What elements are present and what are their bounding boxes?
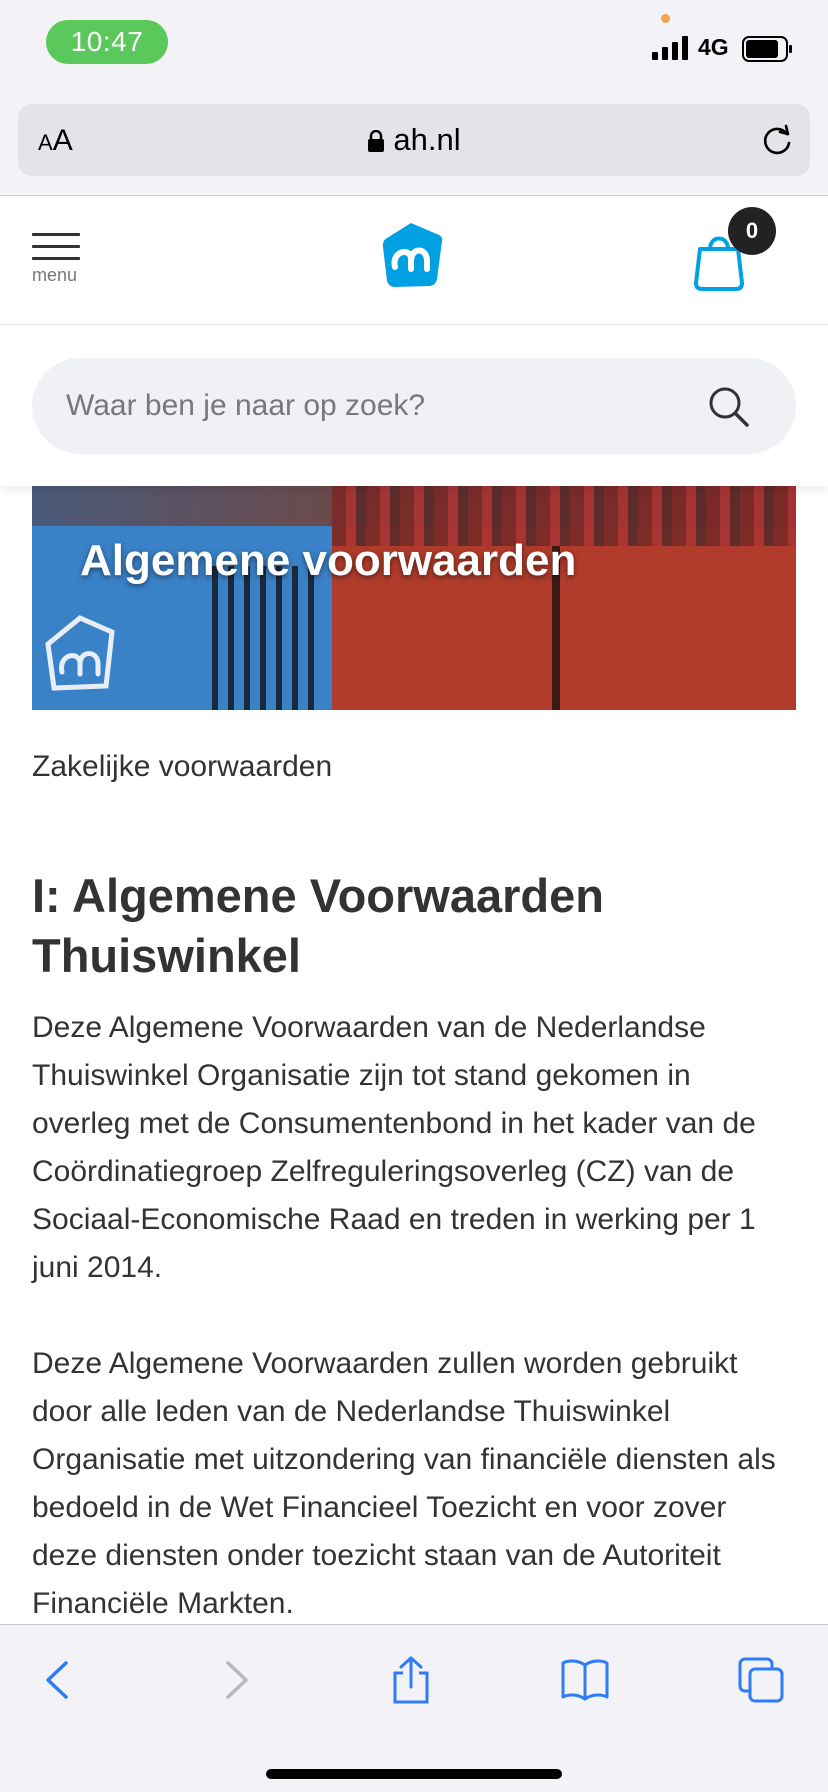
status-bar: 10:47 4G [0, 0, 828, 100]
main-content: Zakelijke voorwaarden I: Algemene Voorwa… [32, 750, 796, 1628]
privacy-indicator-dot [661, 14, 670, 23]
browser-toolbar [0, 1624, 828, 1792]
reload-icon[interactable] [760, 124, 794, 158]
address-bar[interactable]: AA ah.nl [18, 104, 810, 176]
page-subtitle: Zakelijke voorwaarden [32, 750, 333, 783]
search-input[interactable] [66, 384, 666, 428]
site-header: menu 0 [0, 197, 828, 325]
hero-basket-slots [212, 566, 322, 710]
paragraph: Deze Algemene Voorwaarden van de Nederla… [32, 1011, 756, 1284]
forward-icon[interactable] [210, 1655, 260, 1705]
search-section [0, 326, 828, 486]
cellular-signal-icon [652, 36, 688, 60]
network-type: 4G [698, 34, 729, 60]
tabs-icon[interactable] [736, 1655, 786, 1705]
hero-title: Algemene voorwaarden [80, 536, 577, 585]
paragraph: Deze Algemene Voorwaarden zullen worden … [32, 1347, 776, 1620]
cart-count-badge[interactable]: 0 [728, 207, 776, 255]
menu-label: menu [32, 265, 78, 285]
share-icon[interactable] [386, 1655, 436, 1705]
battery-icon [742, 36, 792, 62]
clock: 10:47 [46, 20, 168, 64]
hero-banner: Algemene voorwaarden [32, 486, 796, 710]
url-display[interactable]: ah.nl [18, 122, 810, 158]
back-icon[interactable] [34, 1655, 84, 1705]
home-indicator[interactable] [266, 1769, 562, 1779]
section-heading: I: Algemene Voorwaarden Thuiswinkel [32, 869, 604, 982]
search-box[interactable] [32, 358, 796, 454]
bookmarks-icon[interactable] [560, 1655, 610, 1705]
browser-address-area: AA ah.nl [0, 100, 828, 196]
basket-logo-icon [45, 615, 115, 691]
url-text: ah.nl [393, 122, 461, 157]
albert-heijn-logo-icon[interactable] [381, 221, 445, 289]
lock-icon [368, 130, 385, 152]
search-icon[interactable] [708, 386, 750, 428]
